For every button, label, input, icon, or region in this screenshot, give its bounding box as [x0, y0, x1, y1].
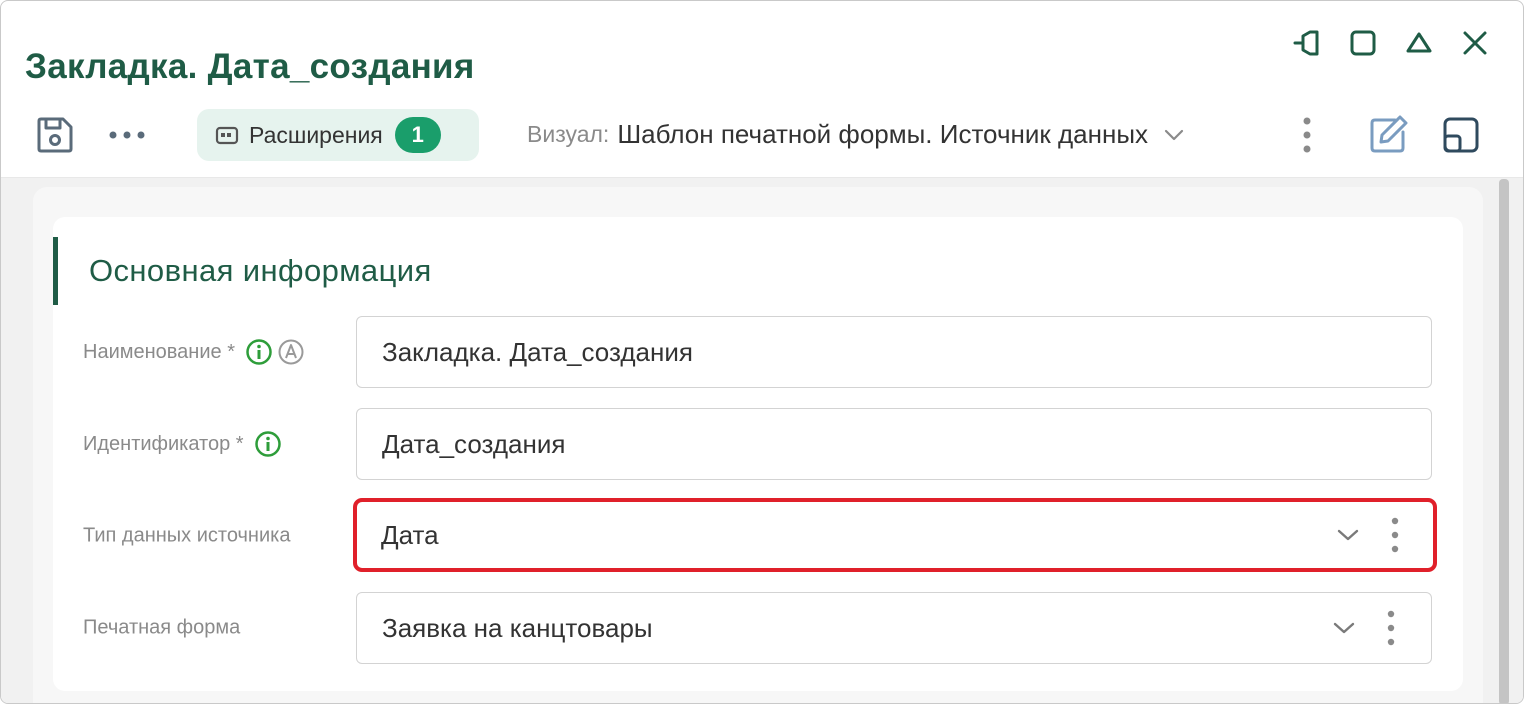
edit-icon: [1370, 115, 1408, 153]
visual-value: Шаблон печатной формы. Источник данных: [617, 119, 1149, 149]
print-form-label-text: Печатная форма: [83, 616, 241, 639]
more-options-button[interactable]: [105, 113, 149, 157]
field-row-identifier: Идентификатор * Дата_создания: [1, 408, 1523, 480]
extensions-icon: [215, 126, 239, 145]
field-row-source-type: Тип данных источника Дата: [1, 498, 1523, 572]
name-value: Закладка. Дата_создания: [382, 336, 693, 367]
visual-selector[interactable]: Визуал: Шаблон печатной формы. Источник …: [527, 119, 1186, 150]
info-icon[interactable]: [254, 430, 282, 458]
field-label-print-form: Печатная форма: [83, 617, 240, 640]
extensions-button[interactable]: Расширения 1: [197, 109, 479, 161]
source-type-label-text: Тип данных источника: [83, 524, 291, 547]
chevron-down-icon: [1162, 123, 1186, 147]
field-label-name: Наименование *: [83, 338, 305, 366]
extensions-count-badge: 1: [394, 117, 441, 153]
more-vertical-icon: [1303, 117, 1311, 153]
pin-icon: [1293, 30, 1319, 56]
extensions-label: Расширения: [249, 121, 383, 148]
identifier-input[interactable]: Дата_создания: [356, 408, 1432, 480]
maximize-button[interactable]: [1345, 25, 1381, 61]
more-horizontal-icon: [109, 131, 145, 139]
save-icon: [37, 117, 73, 153]
field-label-source-type: Тип данных источника: [83, 525, 290, 548]
close-button[interactable]: [1457, 25, 1493, 61]
field-row-name: Наименование * Закладка. Дата_создания: [1, 316, 1523, 388]
identifier-label-text: Идентификатор *: [83, 432, 244, 455]
print-form-select[interactable]: Заявка на канцтовары: [356, 592, 1432, 664]
edit-button[interactable]: [1366, 113, 1410, 157]
more-vertical-icon[interactable]: [1385, 515, 1405, 555]
layout-icon: [1443, 117, 1479, 153]
source-type-value: Дата: [381, 519, 439, 550]
pin-button[interactable]: [1289, 25, 1325, 61]
translation-icon[interactable]: [277, 338, 305, 366]
section-accent: [53, 237, 58, 305]
chevron-down-icon[interactable]: [1335, 522, 1361, 548]
identifier-value: Дата_создания: [382, 428, 566, 459]
window-controls: [1289, 25, 1493, 61]
visual-label: Визуал:: [527, 121, 610, 147]
chevron-down-icon[interactable]: [1331, 615, 1357, 641]
more-vertical-icon[interactable]: [1381, 608, 1401, 648]
name-label-text: Наименование *: [83, 340, 235, 363]
source-type-select[interactable]: Дата: [353, 498, 1437, 572]
dialog-window: Закладка. Дата_создания Расширения 1 Виз…: [0, 0, 1524, 704]
close-icon: [1463, 31, 1487, 55]
save-button[interactable]: [33, 113, 77, 157]
maximize-icon: [1350, 30, 1376, 56]
name-input[interactable]: Закладка. Дата_создания: [356, 316, 1432, 388]
collapse-icon: [1406, 32, 1432, 53]
field-row-print-form: Печатная форма Заявка на канцтовары: [1, 592, 1523, 664]
info-icon[interactable]: [245, 338, 273, 366]
print-form-value: Заявка на канцтовары: [382, 612, 653, 643]
section-title: Основная информация: [89, 253, 432, 288]
visual-more-button[interactable]: [1285, 113, 1329, 157]
layout-button[interactable]: [1439, 113, 1483, 157]
collapse-button[interactable]: [1401, 25, 1437, 61]
toolbar: Расширения 1 Визуал: Шаблон печатной фор…: [1, 105, 1523, 165]
window-title: Закладка. Дата_создания: [25, 47, 475, 86]
field-label-identifier: Идентификатор *: [83, 430, 282, 458]
